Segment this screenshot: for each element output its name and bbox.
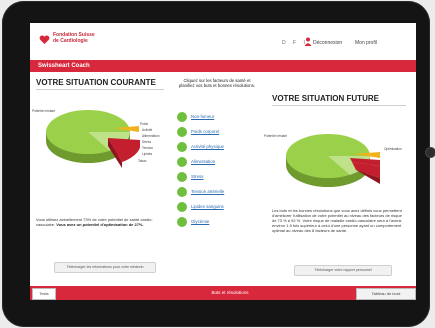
pie-label: Lipides — [142, 152, 153, 156]
factor-label: Activité physique — [191, 144, 224, 149]
user-icon — [304, 37, 312, 46]
factor-item-non-smoker[interactable]: Non-fumeur — [177, 112, 257, 123]
factor-item-blood-lipids[interactable]: Lipides sanguins — [177, 202, 257, 213]
divider — [272, 105, 406, 106]
health-factors-intro: Cliquez sur les facteurs de santé et pla… — [178, 78, 256, 89]
factor-item-glycemia[interactable]: Glycémie — [177, 217, 257, 228]
current-situation-title: VOTRE SITUATION COURANTE — [36, 78, 156, 87]
tablet-frame: Fondation Suisse de Cardiologie D F I Dé… — [2, 1, 435, 327]
pie-label: Stress — [142, 140, 152, 144]
factor-label: Glycémie — [191, 219, 210, 224]
factor-status-icon — [177, 157, 187, 167]
pie-label: Tension — [142, 146, 153, 150]
pie-label: Poids — [140, 122, 148, 126]
home-button[interactable] — [425, 147, 435, 158]
factor-status-icon — [177, 217, 187, 227]
factor-label: Poids corporel — [191, 129, 220, 134]
tab-dashboard[interactable]: Tableau de bord — [356, 288, 416, 300]
future-situation-title: VOTRE SITUATION FUTURE — [272, 94, 379, 103]
logo-line-2: de Cardiologie — [53, 38, 88, 44]
health-factors-panel: Cliquez sur les facteurs de santé et pla… — [170, 72, 262, 286]
download-doctor-info-button[interactable]: Télécharger les informations pour votre … — [54, 262, 156, 273]
pie-label: Optimisation — [384, 147, 402, 151]
current-summary-highlight: Vous avez un potentiel d'optimisation de… — [56, 222, 144, 227]
app-screen: Fondation Suisse de Cardiologie D F I Dé… — [30, 23, 416, 300]
logout-link[interactable]: Déconnexion — [313, 40, 342, 46]
factor-label: Stress — [191, 174, 204, 179]
factor-label: Lipides sanguins — [191, 204, 224, 209]
factor-item-nutrition[interactable]: Alimentation — [177, 157, 257, 168]
pie-label: Potentiel restant — [32, 109, 56, 113]
main-content: VOTRE SITUATION COURANTE Potentiel resta… — [30, 72, 416, 286]
download-report-button[interactable]: Télécharger votre rapport personnel — [294, 265, 392, 276]
factor-label: Alimentation — [191, 159, 216, 164]
factor-item-activity[interactable]: Activité physique — [177, 142, 257, 153]
app-title: Swissheart Coach — [38, 63, 90, 69]
heart-logo-icon — [39, 35, 50, 44]
current-situation-pie-chart — [46, 110, 140, 168]
current-situation-panel: VOTRE SITUATION COURANTE Potentiel resta… — [30, 72, 170, 286]
tab-goals-resolutions[interactable]: Buts et résolutions — [180, 290, 280, 295]
top-bar: Fondation Suisse de Cardiologie D F I Dé… — [30, 23, 416, 60]
foundation-logo[interactable]: Fondation Suisse de Cardiologie — [53, 32, 95, 44]
factor-status-icon — [177, 187, 187, 197]
factor-label: Tension artérielle — [191, 189, 225, 194]
pie-label: Potentiel restant — [264, 134, 288, 138]
tab-tests[interactable]: Tests — [32, 288, 56, 300]
future-situation-pie-chart — [286, 134, 380, 187]
future-situation-panel: VOTRE SITUATION FUTURE Potentiel restant… — [262, 72, 416, 286]
factor-status-icon — [177, 127, 187, 137]
profile-link[interactable]: Mon profil — [355, 40, 377, 46]
pie-label: Alimentation — [142, 134, 160, 138]
factor-status-icon — [177, 112, 187, 122]
factor-status-icon — [177, 142, 187, 152]
pie-label: Tabac — [138, 159, 147, 163]
factor-item-stress[interactable]: Stress — [177, 172, 257, 183]
factor-item-weight[interactable]: Poids corporel — [177, 127, 257, 138]
photo-background: Fondation Suisse de Cardiologie D F I Dé… — [0, 0, 435, 328]
factor-item-blood-pressure[interactable]: Tension artérielle — [177, 187, 257, 198]
current-summary: Vous utilisez actuellement 73% de votre … — [36, 217, 156, 227]
divider — [36, 89, 164, 90]
factor-status-icon — [177, 172, 187, 182]
pie-label: Activité — [142, 128, 153, 132]
factor-status-icon — [177, 202, 187, 212]
factor-label: Non-fumeur — [191, 114, 215, 119]
future-summary: Les buts et les bonnes résolutions que v… — [272, 208, 402, 233]
